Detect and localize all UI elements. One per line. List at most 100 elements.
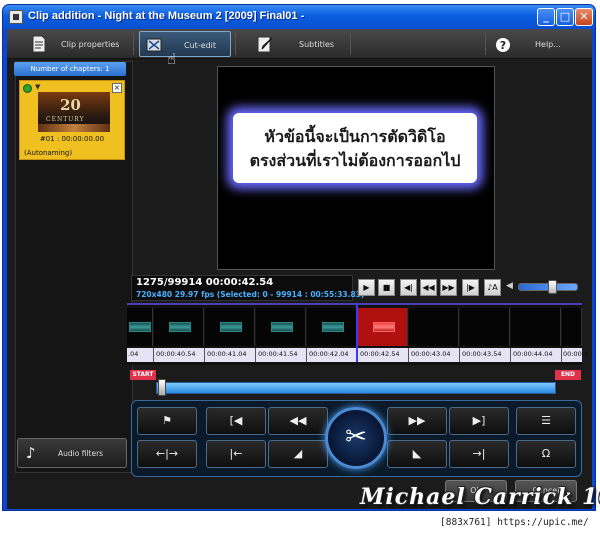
dropdown-arrow-icon[interactable]: ▼ [35, 83, 40, 91]
scissors-icon: ✂ [345, 422, 367, 452]
fade-in-button[interactable]: ◢ [268, 440, 328, 468]
tab-subtitles[interactable]: Subtitles [247, 31, 347, 57]
thumb-logo-base [38, 124, 110, 132]
ruler-tick [561, 348, 562, 362]
ruler-tick [306, 348, 307, 362]
frame-shot [220, 322, 242, 332]
speaker-icon[interactable]: ◀ [506, 281, 513, 291]
chapter-thumbnail: 20 CENTURY [38, 92, 110, 132]
timeline-strip[interactable]: .04 00:00:40.54 00:00:41.04 00:00:41.54 … [127, 303, 588, 365]
watermark-signature: Michael Carrick 16 [360, 484, 600, 510]
video-caption-box: หัวข้อนี้จะเป็นการตัดวิดิโอ ตรงส่วนที่เร… [233, 113, 477, 183]
check-icon[interactable] [23, 84, 32, 93]
flag-icon: ⚑ [162, 414, 172, 427]
ruler-tick [510, 348, 511, 362]
goto-in-button[interactable]: |← [206, 440, 266, 468]
timeline-frame-current[interactable] [358, 308, 408, 346]
document-icon [32, 35, 46, 53]
frame-shot [322, 322, 344, 332]
remove-chapter-icon[interactable]: × [112, 83, 122, 93]
timeline-frame[interactable] [307, 308, 357, 346]
rewind-button[interactable]: ◀◀ [420, 279, 437, 296]
stop-button[interactable]: ■ [378, 279, 395, 296]
timeline-frame[interactable] [154, 308, 204, 346]
title-bar[interactable]: Clip addition - Night at the Museum 2 [2… [3, 5, 595, 29]
selection-range-bar[interactable] [156, 382, 556, 394]
caption-line-1: หัวข้อนี้จะเป็นการตัดวิดิโอ [264, 127, 446, 146]
audio-filters-button[interactable]: ♪ Audio filters [17, 438, 127, 468]
mark-in-button[interactable]: [◀ [206, 407, 266, 435]
close-button[interactable]: ✕ [575, 8, 593, 26]
timeline-frame[interactable] [409, 308, 459, 346]
ruler-tick [153, 348, 154, 362]
timeline-playhead[interactable] [356, 303, 358, 362]
tab-clip-properties[interactable]: Clip properties [21, 31, 131, 57]
timeline-frame[interactable] [127, 308, 153, 346]
mark-in-icon: [◀ [229, 414, 243, 427]
tab-divider [485, 33, 486, 55]
timeline-time: 00:00:41.54 [258, 350, 298, 358]
prev-frame-button[interactable]: ◀| [400, 279, 417, 296]
film-cut-icon [146, 38, 162, 52]
timeline-time: 00:00:43.54 [462, 350, 502, 358]
start-marker[interactable]: START [130, 370, 156, 380]
image-source-caption: [883x761] https://upic.me/ [440, 517, 589, 528]
ruler-tick [408, 348, 409, 362]
play-button[interactable]: ▶ [358, 279, 375, 296]
timeline-time: 00:00:42.04 [309, 350, 349, 358]
chapter-name: (Autonaming) [24, 149, 73, 157]
undo-icon: Ω [541, 447, 551, 460]
range-slider-thumb[interactable] [158, 379, 166, 396]
end-marker[interactable]: END [555, 370, 581, 380]
frame-shot [271, 322, 293, 332]
tab-cut-edit[interactable]: Cut-edit [139, 31, 231, 57]
maximize-button[interactable]: □ [556, 8, 574, 26]
volume-slider-thumb[interactable] [548, 280, 557, 294]
app-icon [9, 10, 23, 24]
thumb-logo-text: CENTURY [46, 116, 85, 123]
next-frame-button[interactable]: |▶ [462, 279, 479, 296]
window-title: Clip addition - Night at the Museum 2 [2… [28, 10, 305, 22]
list-icon: ☰ [541, 414, 551, 427]
tab-label: Help... [535, 40, 561, 49]
timeline-time: 00:00:40.54 [156, 350, 196, 358]
mark-out-icon: ▶] [472, 414, 486, 427]
add-chapter-flag-button[interactable]: ⚑ [137, 407, 197, 435]
timeline-frame[interactable] [460, 308, 510, 346]
tab-divider [235, 33, 236, 55]
svg-text:?: ? [500, 39, 506, 52]
screenshot-frame: Clip addition - Night at the Museum 2 [2… [0, 0, 600, 536]
forward-button[interactable]: ▶▶ [440, 279, 457, 296]
goto-out-icon: →| [472, 447, 486, 460]
timeline-frame[interactable] [256, 308, 306, 346]
split-icon: ←|→ [155, 447, 179, 460]
fade-out-button[interactable]: ◣ [387, 440, 447, 468]
goto-out-button[interactable]: →| [449, 440, 509, 468]
minimize-button[interactable]: _ [537, 8, 555, 26]
timeline-time: 00:00:41.04 [207, 350, 247, 358]
step-forward-button[interactable]: ▶▶ [387, 407, 447, 435]
timeline-time: 00:00:43.04 [411, 350, 451, 358]
goto-in-icon: |← [229, 447, 243, 460]
timeline-time: 00:00:42.54 [360, 350, 400, 358]
timeline-time: 00:00:44.04 [513, 350, 553, 358]
timeline-frame[interactable] [562, 308, 582, 346]
step-forward-icon: ▶▶ [408, 414, 426, 427]
ruler-tick [204, 348, 205, 362]
undo-button[interactable]: Ω [516, 440, 576, 468]
split-button[interactable]: ←|→ [137, 440, 197, 468]
fade-out-icon: ◣ [412, 447, 422, 460]
fade-in-icon: ◢ [293, 447, 303, 460]
chapter-card[interactable]: ▼ × 20 CENTURY #01 : 00:00:00.00 (Autona… [19, 80, 125, 160]
tab-divider [350, 33, 351, 55]
audio-track-button[interactable]: ♪A [484, 279, 501, 296]
timeline-frame[interactable] [205, 308, 255, 346]
tab-label: Clip properties [61, 40, 120, 49]
cut-list-button[interactable]: ☰ [516, 407, 576, 435]
timeline-frame[interactable] [511, 308, 561, 346]
step-back-button[interactable]: ◀◀ [268, 407, 328, 435]
cut-scissors-button[interactable]: ✂ [325, 407, 387, 469]
mark-out-button[interactable]: ▶] [449, 407, 509, 435]
tab-help[interactable]: ? Help... [491, 31, 581, 57]
timeline-ruler: .04 00:00:40.54 00:00:41.04 00:00:41.54 … [127, 348, 588, 362]
